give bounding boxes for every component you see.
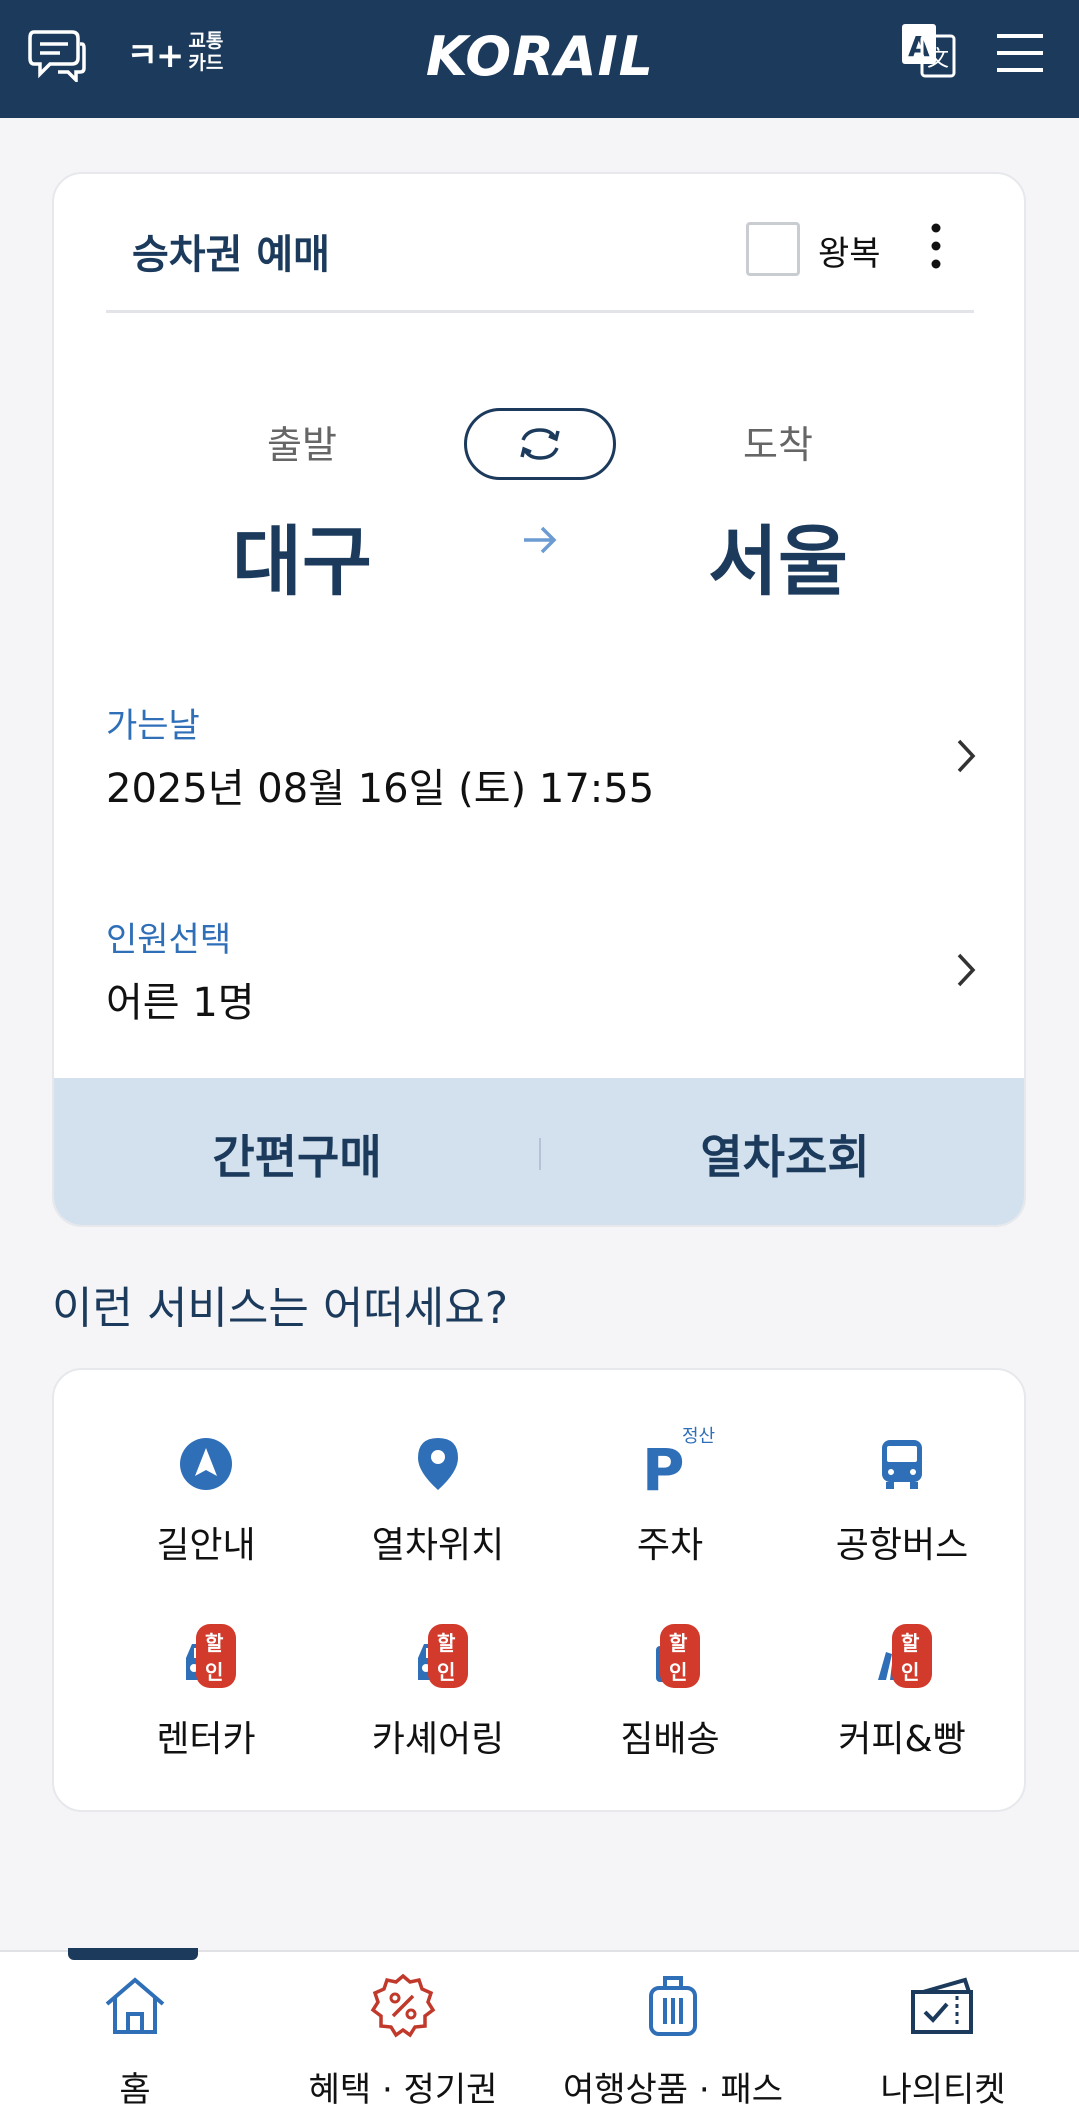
booking-action-bar: 간편구매 열차조회	[54, 1078, 1024, 1225]
round-trip-label[interactable]: 왕복	[818, 226, 881, 275]
sale-badge: 할인	[660, 1624, 700, 1688]
sale-badge: 할인	[428, 1624, 468, 1688]
service-label: 열차위치	[371, 1525, 505, 1566]
round-trip-checkbox[interactable]	[746, 222, 800, 276]
services-card: 길안내 열차위치 P 정산 주차 공항버스 할인 렌터카 할인 카셰어링 할인 …	[52, 1368, 1026, 1812]
navigation-icon	[176, 1434, 236, 1494]
swap-stations-button[interactable]	[464, 408, 616, 480]
arrival-label: 도착	[743, 423, 813, 467]
swap-icon	[520, 428, 560, 460]
arrival-station[interactable]: 서울	[648, 500, 908, 610]
date-value[interactable]: 2025년 08월 16일 (토) 17:55	[106, 756, 654, 814]
date-label: 가는날	[106, 706, 200, 746]
suitcase-icon	[639, 1972, 707, 2040]
divider	[539, 1138, 541, 1170]
search-trains-button[interactable]: 열차조회	[542, 1078, 1024, 1225]
chevron-right-icon[interactable]	[954, 950, 978, 990]
svg-text:文: 文	[927, 47, 949, 72]
nav-item-benefits[interactable]: 혜택 · 정기권	[268, 1952, 538, 2125]
luggage-icon: 할인	[640, 1624, 700, 1688]
transit-card-button[interactable]: ㅋ+ 교통 카드	[120, 22, 230, 82]
nav-item-home[interactable]: 홈	[0, 1952, 270, 2125]
departure-label: 출발	[267, 423, 337, 467]
coffee-bread-icon: 할인	[872, 1624, 932, 1688]
my-ticket-icon	[909, 1972, 977, 2040]
sale-badge: 할인	[196, 1624, 236, 1688]
nav-item-travel[interactable]: 여행상품 · 패스	[538, 1952, 808, 2125]
hamburger-menu-icon[interactable]	[995, 30, 1045, 76]
chat-icon[interactable]	[26, 24, 88, 84]
home-icon	[101, 1972, 169, 2040]
service-label: 카셰어링	[371, 1719, 505, 1760]
service-label: 주차	[636, 1525, 704, 1566]
transit-card-logo: ㅋ+	[126, 35, 185, 76]
service-item[interactable]: 할인 렌터카	[90, 1600, 322, 1770]
bottom-navigation: 홈 혜택 · 정기권 여행상품 · 패스 나의티켓	[0, 1948, 1079, 2125]
location-pin-icon	[408, 1434, 468, 1494]
discount-badge-icon	[369, 1972, 437, 2040]
nav-label: 나의티켓	[880, 2070, 1006, 2110]
parking-payment-tag: 정산	[682, 1426, 716, 1447]
arrow-right-icon	[520, 520, 560, 560]
service-label: 공항버스	[835, 1525, 969, 1566]
car-icon: 할인	[176, 1624, 236, 1688]
svg-text:P: P	[642, 1436, 685, 1494]
service-item[interactable]: 할인 커피&빵	[786, 1600, 1018, 1770]
booking-title: 승차권 예매	[132, 232, 330, 278]
service-label: 커피&빵	[838, 1719, 966, 1760]
services-heading: 이런 서비스는 어떠세요?	[52, 1283, 509, 1334]
nav-item-my-ticket[interactable]: 나의티켓	[808, 1952, 1078, 2125]
nav-label: 여행상품 · 패스	[562, 2070, 784, 2110]
service-item[interactable]: 길안내	[90, 1406, 322, 1576]
parking-icon: P 정산	[640, 1426, 715, 1504]
passenger-label: 인원선택	[106, 920, 232, 960]
service-label: 렌터카	[156, 1719, 256, 1760]
passenger-value[interactable]: 어른 1명	[106, 970, 255, 1028]
transit-card-line1: 교통	[188, 30, 224, 52]
service-item[interactable]: 할인 짐배송	[554, 1600, 786, 1770]
bus-icon	[872, 1434, 932, 1494]
service-label: 길안내	[156, 1525, 256, 1566]
service-label: 짐배송	[620, 1719, 720, 1760]
departure-station[interactable]: 대구	[172, 500, 432, 610]
nav-label: 홈	[119, 2070, 151, 2110]
service-item[interactable]: 할인 카셰어링	[322, 1600, 554, 1770]
more-options-icon[interactable]	[924, 218, 948, 274]
app-header: ㅋ+ 교통 카드 KORAIL A 文	[0, 0, 1079, 118]
divider	[106, 310, 974, 313]
chevron-right-icon[interactable]	[954, 736, 978, 776]
service-item[interactable]: 공항버스	[786, 1406, 1018, 1576]
service-item[interactable]: 열차위치	[322, 1406, 554, 1576]
korail-logo[interactable]: KORAIL	[420, 22, 660, 92]
translate-icon[interactable]: A 文	[900, 22, 956, 78]
quick-buy-button[interactable]: 간편구매	[54, 1078, 540, 1225]
transit-card-line2: 카드	[188, 52, 224, 74]
nav-label: 혜택 · 정기권	[308, 2070, 498, 2110]
car-share-icon: 할인	[408, 1624, 468, 1688]
sale-badge: 할인	[892, 1624, 932, 1688]
service-item[interactable]: P 정산 주차	[554, 1406, 786, 1576]
ticket-booking-card: 승차권 예매 왕복 출발 도착 대구 서울 가는날 2025년 08월 16일 …	[52, 172, 1026, 1227]
